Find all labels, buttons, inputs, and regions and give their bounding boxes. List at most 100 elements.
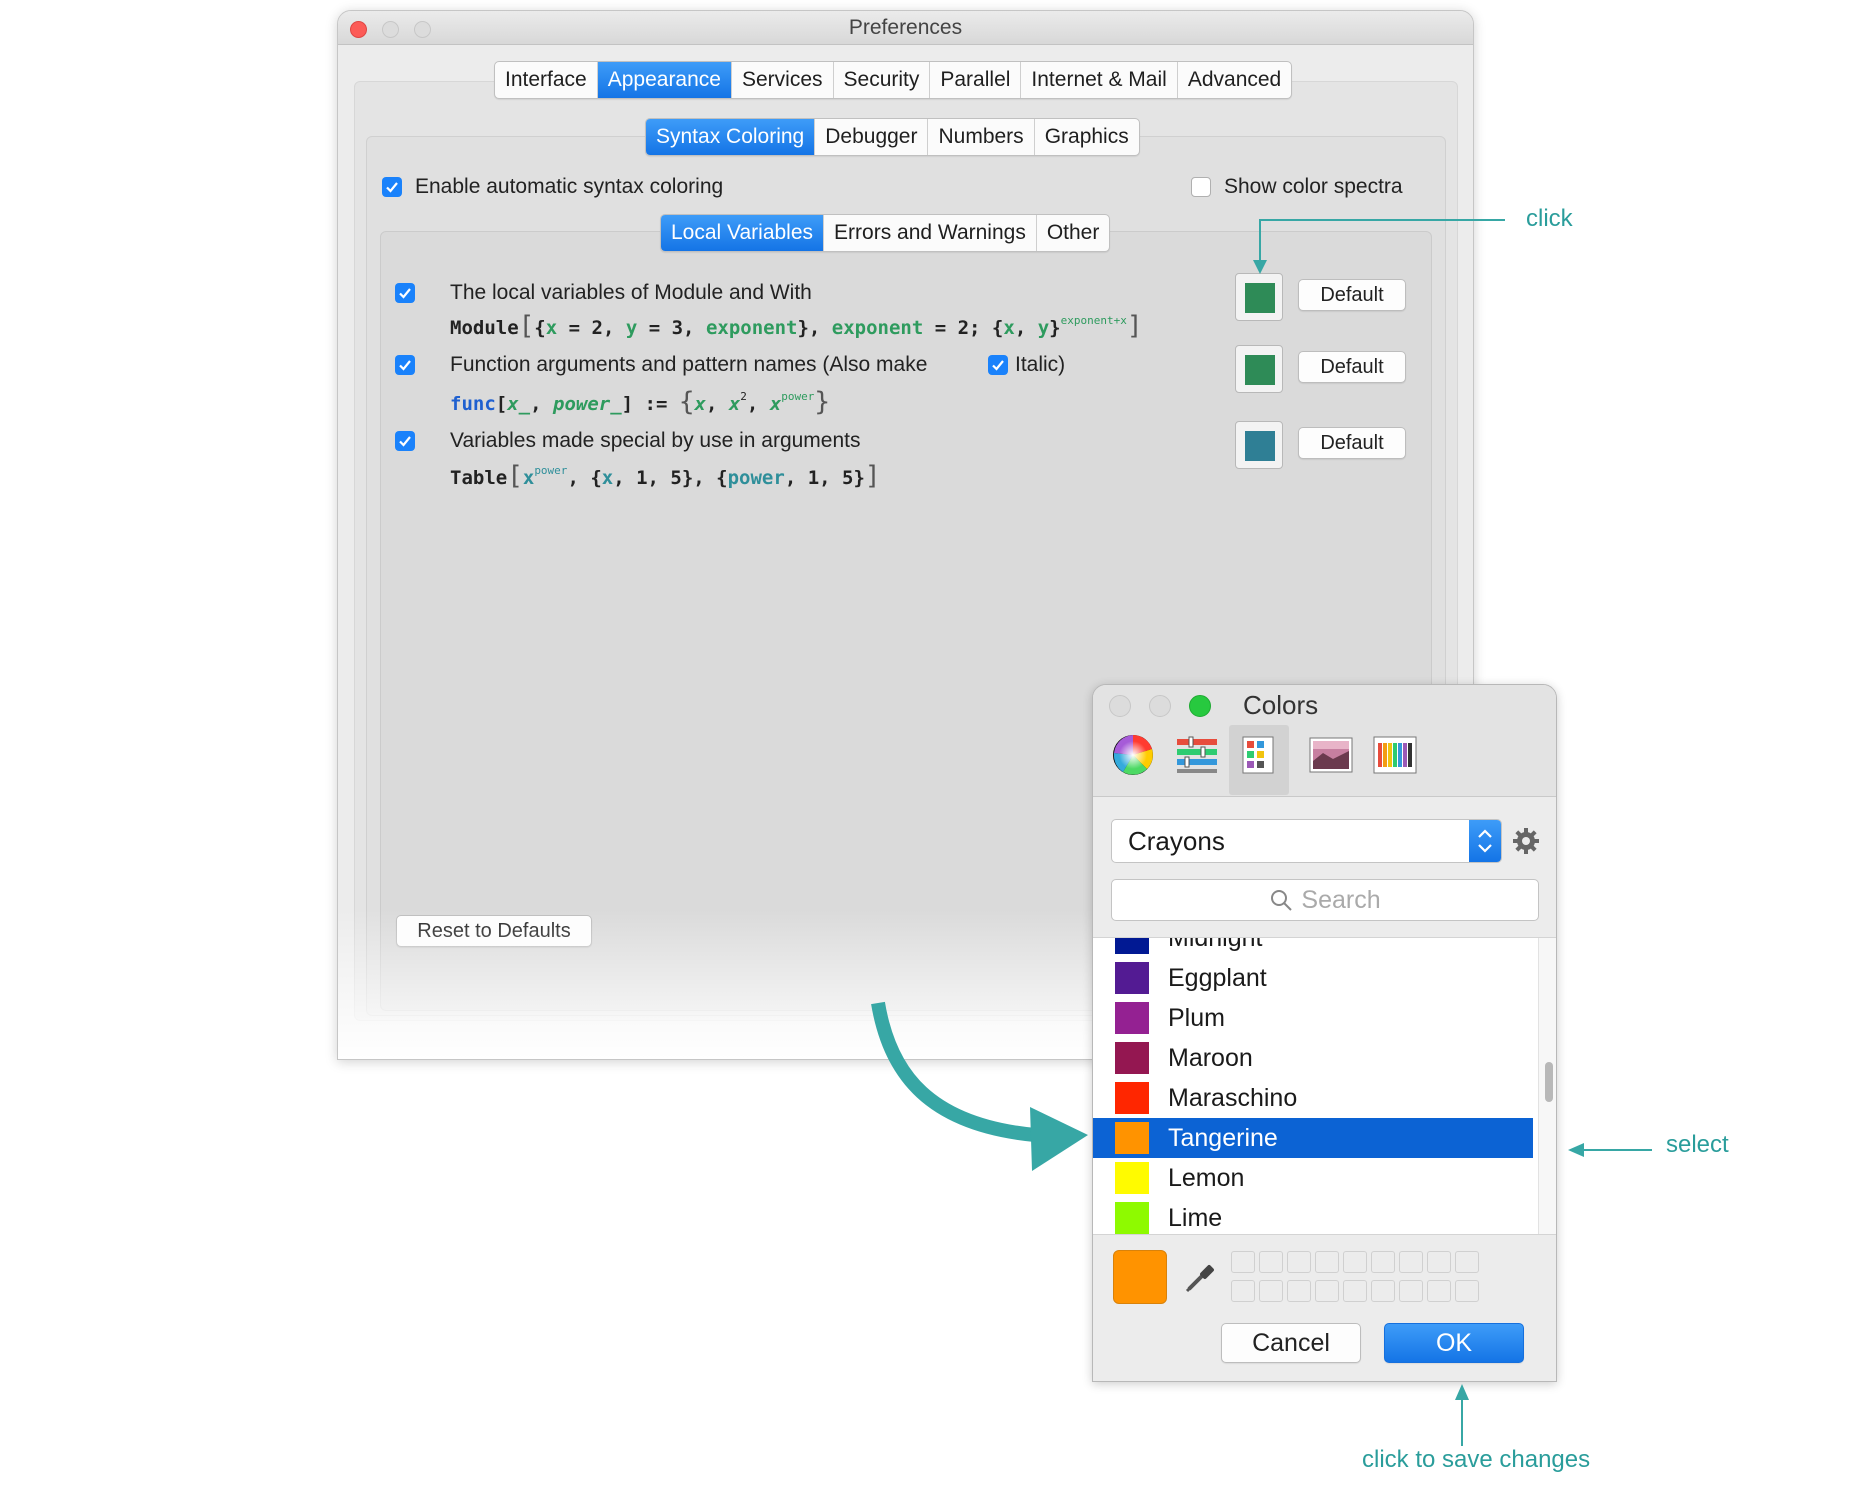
color-chip xyxy=(1115,1082,1149,1114)
reset-to-defaults-button[interactable]: Reset to Defaults xyxy=(396,915,592,947)
minimize-panel-button[interactable] xyxy=(1149,695,1171,717)
ok-button[interactable]: OK xyxy=(1384,1323,1524,1363)
local-variables-color-well[interactable] xyxy=(1235,273,1283,321)
category-tabs: Local Variables Errors and Warnings Othe… xyxy=(660,214,1111,252)
scrollbar-thumb[interactable] xyxy=(1545,1062,1553,1102)
custom-swatch-cell[interactable] xyxy=(1371,1280,1395,1302)
color-chip xyxy=(1115,1162,1149,1194)
custom-swatch-cell[interactable] xyxy=(1287,1280,1311,1302)
list-item-midnight[interactable]: Midnight xyxy=(1093,938,1533,958)
color-list: Midnight Eggplant Plum Maroon Maraschino… xyxy=(1093,937,1556,1235)
list-item-plum[interactable]: Plum xyxy=(1093,998,1533,1038)
list-item-maraschino[interactable]: Maraschino xyxy=(1093,1078,1533,1118)
italic-label: Italic) xyxy=(1015,353,1066,376)
special-variables-default-button[interactable]: Default xyxy=(1298,427,1406,459)
custom-swatch-cell[interactable] xyxy=(1231,1251,1255,1273)
chevron-up-down-icon xyxy=(1469,820,1501,862)
show-color-spectra-checkbox[interactable] xyxy=(1191,177,1211,197)
list-item-eggplant[interactable]: Eggplant xyxy=(1093,958,1533,998)
special-variables-checkbox[interactable] xyxy=(395,431,415,451)
sub-tabs: Syntax Coloring Debugger Numbers Graphic… xyxy=(645,118,1140,156)
click-annotation: click xyxy=(1526,205,1573,232)
italic-checkbox[interactable] xyxy=(988,355,1008,375)
save-pointer-arrow-icon xyxy=(1455,1384,1469,1446)
sliders-icon[interactable] xyxy=(1175,733,1219,777)
tab-internet-mail[interactable]: Internet & Mail xyxy=(1021,62,1178,98)
tab-local-variables[interactable]: Local Variables xyxy=(661,215,825,251)
image-palettes-icon[interactable] xyxy=(1309,733,1353,777)
tab-other[interactable]: Other xyxy=(1037,215,1110,251)
function-arguments-label: Function arguments and pattern names (Al… xyxy=(450,353,928,376)
special-variables-color-well[interactable] xyxy=(1235,421,1283,469)
custom-swatch-cell[interactable] xyxy=(1399,1251,1423,1273)
select-annotation: select xyxy=(1666,1131,1729,1158)
custom-swatch-cell[interactable] xyxy=(1427,1251,1451,1273)
eyedropper-icon[interactable] xyxy=(1183,1259,1219,1300)
tab-advanced[interactable]: Advanced xyxy=(1178,62,1291,98)
color-chip xyxy=(1115,962,1149,994)
palette-dropdown[interactable]: Crayons xyxy=(1111,819,1502,863)
palettes-icon[interactable] xyxy=(1229,725,1289,795)
custom-swatch-cell[interactable] xyxy=(1455,1251,1479,1273)
tab-appearance[interactable]: Appearance xyxy=(597,62,732,98)
color-chip xyxy=(1115,1002,1149,1034)
function-arguments-default-button[interactable]: Default xyxy=(1298,351,1406,383)
tab-debugger[interactable]: Debugger xyxy=(815,119,929,155)
local-variables-default-button[interactable]: Default xyxy=(1298,279,1406,311)
custom-swatch-cell[interactable] xyxy=(1427,1280,1451,1302)
local-variables-checkbox[interactable] xyxy=(395,283,415,303)
custom-swatch-cell[interactable] xyxy=(1343,1280,1367,1302)
palette-dropdown-value: Crayons xyxy=(1128,826,1225,856)
tab-numbers[interactable]: Numbers xyxy=(928,119,1035,155)
custom-swatch-cell[interactable] xyxy=(1455,1280,1479,1302)
show-color-spectra-label: Show color spectra xyxy=(1224,175,1403,198)
search-input[interactable]: Search xyxy=(1111,879,1539,921)
list-item-tangerine[interactable]: Tangerine xyxy=(1093,1118,1533,1158)
function-arguments-checkbox[interactable] xyxy=(395,355,415,375)
current-color-swatch[interactable] xyxy=(1113,1250,1167,1304)
cancel-button[interactable]: Cancel xyxy=(1221,1323,1361,1363)
list-item-maroon[interactable]: Maroon xyxy=(1093,1038,1533,1078)
tab-interface[interactable]: Interface xyxy=(495,62,598,98)
local-variables-label: The local variables of Module and With xyxy=(450,281,812,304)
colors-toolbar: Colors xyxy=(1093,685,1556,797)
gear-icon[interactable] xyxy=(1511,826,1541,861)
pencils-icon[interactable] xyxy=(1373,733,1417,777)
tab-security[interactable]: Security xyxy=(834,62,931,98)
colors-title: Colors xyxy=(1243,690,1319,720)
enable-syntax-coloring-checkbox[interactable] xyxy=(382,177,402,197)
function-arguments-example: func[x_, power_] := {x, x2, xpower} xyxy=(450,387,831,417)
color-chip xyxy=(1115,1122,1149,1154)
title-bar: Preferences xyxy=(338,11,1473,45)
close-panel-button[interactable] xyxy=(1109,695,1131,717)
custom-swatch-cell[interactable] xyxy=(1343,1251,1367,1273)
tab-errors-and-warnings[interactable]: Errors and Warnings xyxy=(824,215,1037,251)
custom-swatch-cell[interactable] xyxy=(1399,1280,1423,1302)
tab-syntax-coloring[interactable]: Syntax Coloring xyxy=(646,119,816,155)
search-icon xyxy=(1271,890,1293,911)
custom-swatch-cell[interactable] xyxy=(1315,1280,1339,1302)
main-tabs: Interface Appearance Services Security P… xyxy=(494,61,1293,99)
custom-swatch-cell[interactable] xyxy=(1231,1280,1255,1302)
local-variables-example: Module[{x = 2, y = 3, exponent}, exponen… xyxy=(450,311,1143,341)
color-chip xyxy=(1115,938,1149,954)
list-item-lime[interactable]: Lime xyxy=(1093,1198,1533,1234)
zoom-panel-button[interactable] xyxy=(1189,695,1211,717)
curved-arrow-icon xyxy=(871,1001,1088,1171)
custom-swatch-cell[interactable] xyxy=(1259,1280,1283,1302)
custom-swatch-cell[interactable] xyxy=(1287,1251,1311,1273)
custom-swatch-cell[interactable] xyxy=(1371,1251,1395,1273)
list-item-lemon[interactable]: Lemon xyxy=(1093,1158,1533,1198)
custom-swatch-cell[interactable] xyxy=(1315,1251,1339,1273)
tab-graphics[interactable]: Graphics xyxy=(1035,119,1139,155)
tab-parallel[interactable]: Parallel xyxy=(930,62,1022,98)
select-pointer-arrow-icon xyxy=(1568,1143,1652,1157)
special-variables-example: Table[xpower, {x, 1, 5}, {power, 1, 5}] xyxy=(450,461,881,491)
color-wheel-icon[interactable] xyxy=(1111,733,1155,777)
custom-swatch-cell[interactable] xyxy=(1259,1251,1283,1273)
tab-services[interactable]: Services xyxy=(732,62,834,98)
list-scrollbar[interactable] xyxy=(1538,938,1556,1234)
color-swatch xyxy=(1245,283,1275,313)
function-arguments-color-well[interactable] xyxy=(1235,345,1283,393)
click-pointer-arrow-icon xyxy=(1253,219,1505,274)
